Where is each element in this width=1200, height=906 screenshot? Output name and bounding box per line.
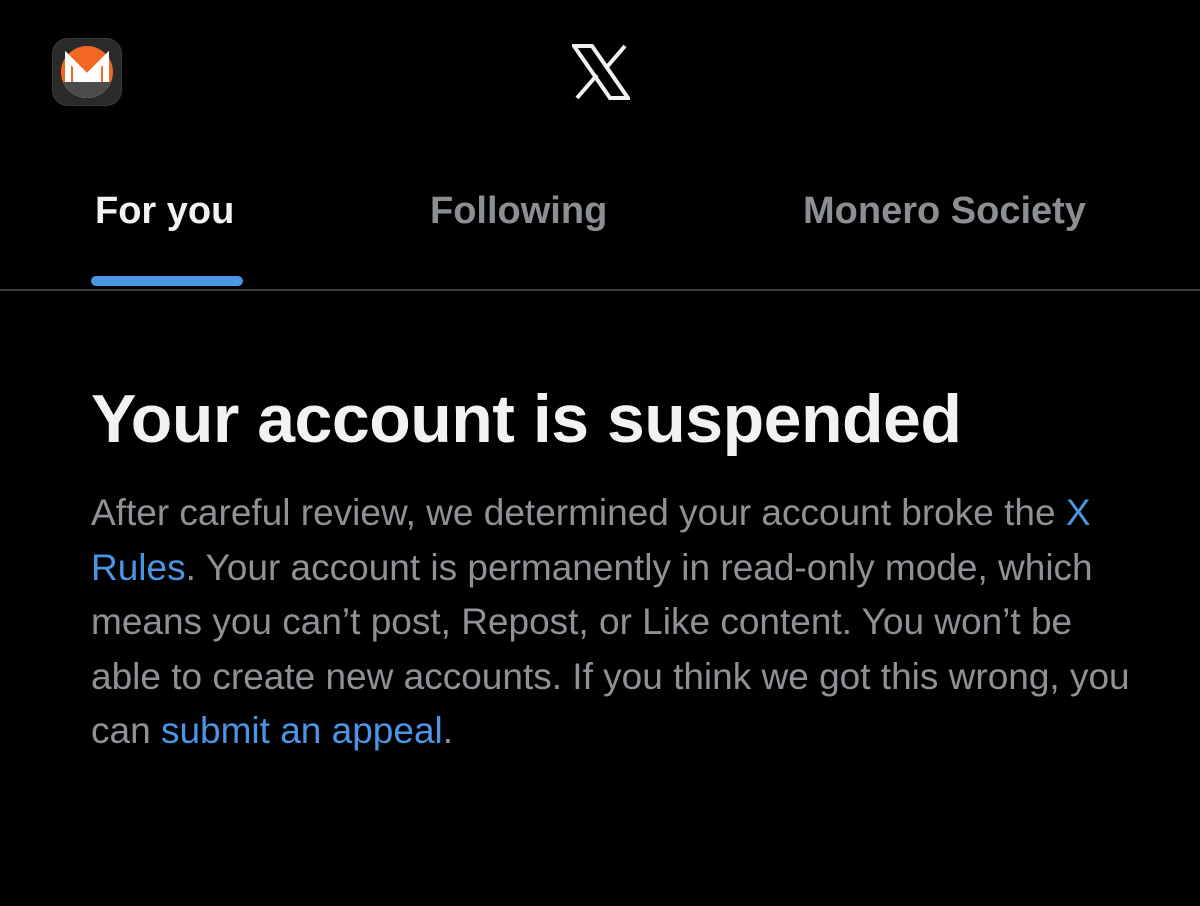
tabs-divider (0, 289, 1200, 291)
monero-logo-icon (61, 46, 113, 98)
tab-monero-society[interactable]: Monero Society (803, 190, 1086, 233)
tab-following[interactable]: Following (430, 190, 607, 233)
message-text-1: After careful review, we determined your… (91, 492, 1066, 533)
suspension-message: After careful review, we determined your… (91, 486, 1151, 759)
timeline-tabs: For you Following Monero Society (0, 160, 1200, 290)
profile-avatar[interactable] (52, 38, 122, 106)
suspension-title: Your account is suspended (91, 381, 962, 457)
top-bar (0, 0, 1200, 150)
submit-appeal-link[interactable]: submit an appeal (161, 710, 443, 751)
x-logo-icon[interactable] (572, 44, 630, 100)
active-tab-indicator (91, 276, 243, 286)
message-text-end: . (442, 710, 454, 752)
tab-for-you[interactable]: For you (95, 190, 234, 233)
